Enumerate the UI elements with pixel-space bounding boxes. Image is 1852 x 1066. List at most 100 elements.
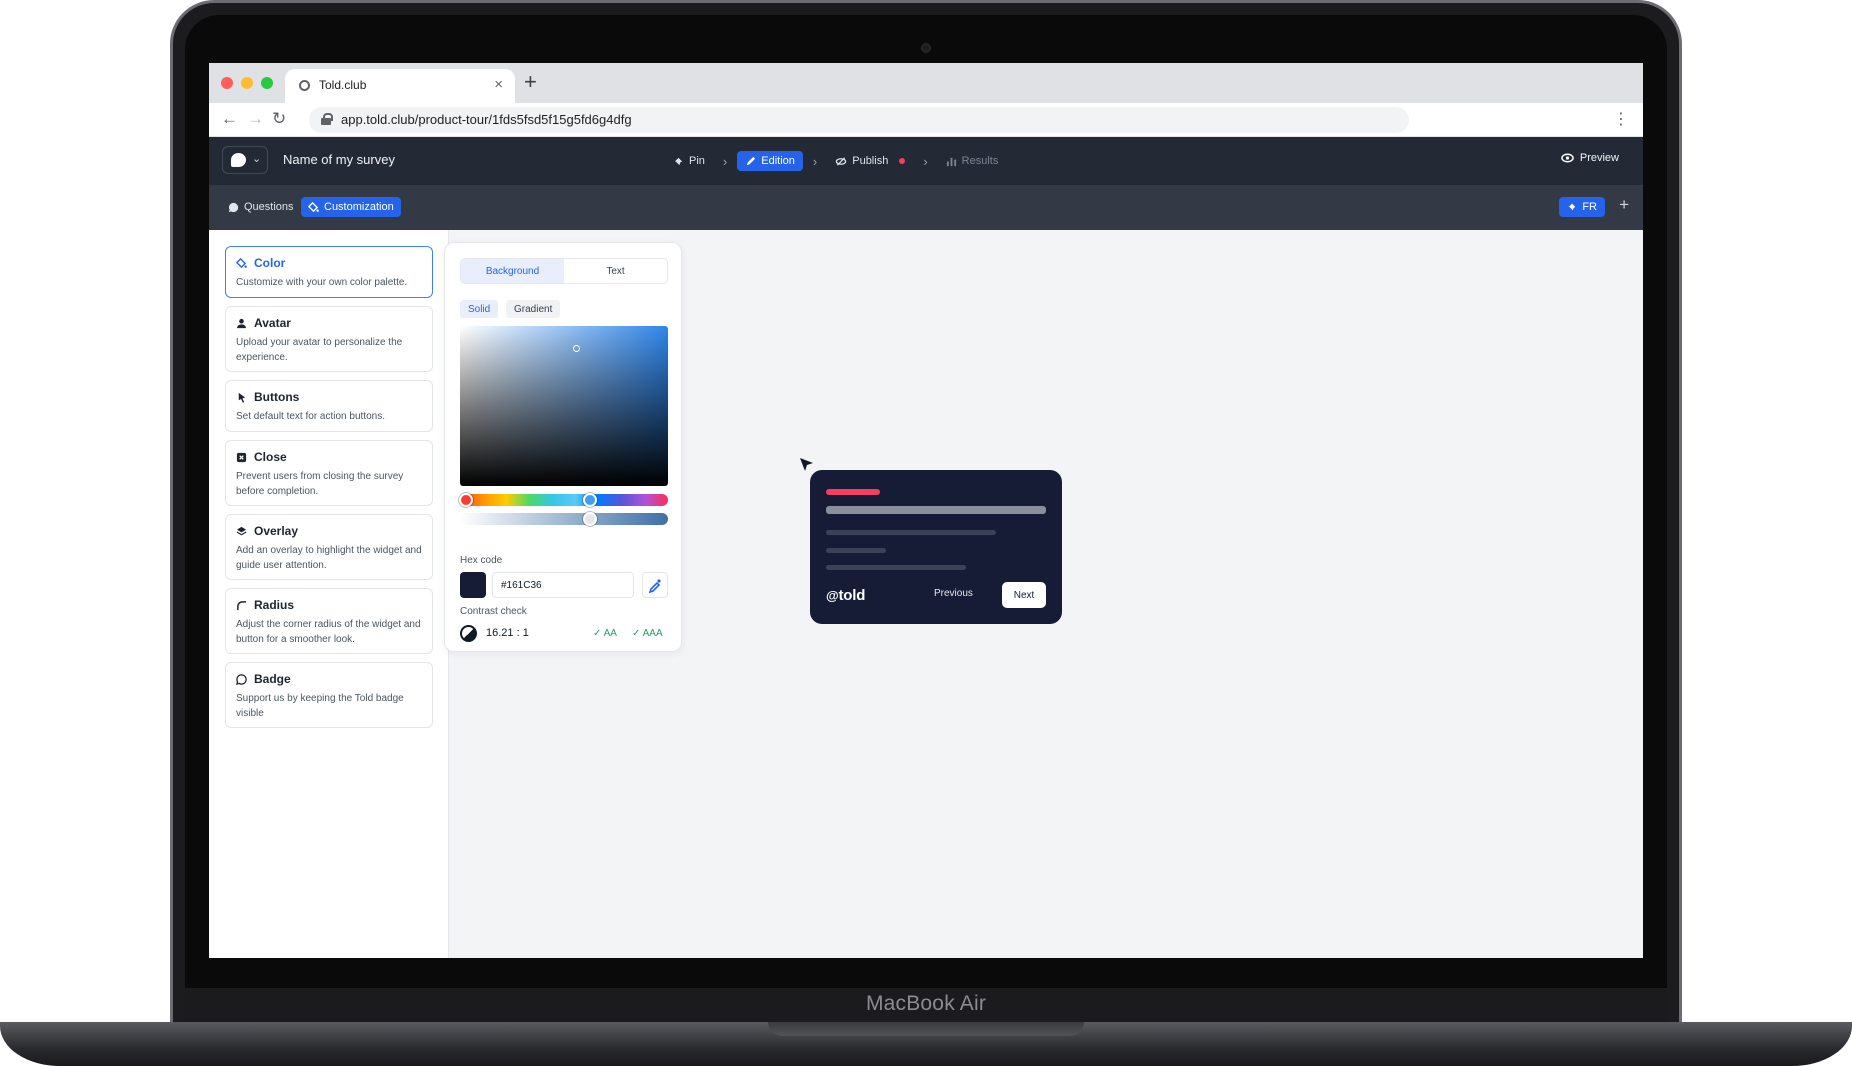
pencil-icon [747,156,756,165]
mode-solid-button[interactable]: Solid [460,300,499,318]
tab-background[interactable]: Background [461,259,564,283]
workspace-menu-button[interactable]: ⌄ [222,146,268,174]
address-bar[interactable]: app.told.club/product-tour/1fds5fsd5f15g… [309,107,1409,133]
preview-button[interactable]: Preview [1561,152,1619,164]
forward-icon[interactable]: → [247,109,264,129]
editor-content: Color Customize with your own color pale… [209,230,1643,958]
chevron-right-icon: › [722,153,728,169]
section-avatar[interactable]: Avatar Upload your avatar to personalize… [225,306,433,372]
check-aa: ✓ AA [593,628,617,639]
section-color[interactable]: Color Customize with your own color pale… [225,246,433,298]
close-tab-icon[interactable]: × [494,76,503,93]
section-avatar-header: Avatar [236,316,422,330]
previous-button[interactable]: Previous [934,588,973,599]
check-aaa-label: AAA [642,628,663,639]
line-placeholder [826,548,886,553]
section-description: Support us by keeping the Told badge vis… [236,693,404,719]
url-text: app.told.club/product-tour/1fds5fsd5f15g… [341,112,632,127]
saturation-handle[interactable] [573,345,580,352]
browser-toolbar: ← → ↻ app.told.club/product-tour/1fds5fs… [209,103,1643,137]
laptop-chin: MacBook Air [185,988,1667,1022]
customization-sidebar: Color Customize with your own color pale… [209,230,449,958]
survey-widget-preview: @told Previous Next [810,470,1062,624]
section-description: Adjust the corner radius of the widget a… [236,619,421,645]
section-radius[interactable]: Radius Adjust the corner radius of the w… [225,588,433,654]
language-button[interactable]: FR [1559,197,1605,217]
layers-icon [236,526,247,535]
section-close[interactable]: Close Prevent users from closing the sur… [225,440,433,506]
device-label: MacBook Air [865,992,987,1015]
maximize-window-button[interactable] [261,77,273,89]
check-icon: ✓ [632,628,641,639]
add-language-button[interactable]: + [1619,195,1629,215]
section-overlay-header: Overlay [236,524,422,538]
opacity-knob[interactable] [583,512,597,526]
section-title: Buttons [254,390,300,404]
chat-icon [228,202,239,212]
editor-subbar: Questions Customization FR + [209,185,1643,230]
survey-name[interactable]: Name of my survey [283,152,395,167]
saturation-value-area[interactable] [460,326,668,486]
step-publish[interactable]: Publish [827,151,913,171]
workflow-steps: Pin › Edition › Publish › Results [665,149,1006,173]
section-description: Prevent users from closing the survey be… [236,471,404,497]
step-edition[interactable]: Edition [737,151,803,171]
section-title: Close [254,450,287,464]
line-placeholder [826,530,996,535]
tab-title: Told.club [319,78,367,92]
language-label: FR [1582,201,1597,213]
paint-bucket-icon [308,201,319,212]
section-radius-header: Radius [236,598,422,612]
laptop-notch [768,1022,1084,1036]
browser-tab[interactable]: Told.club × [285,69,515,103]
app-header: ⌄ Name of my survey Pin › Edition › Publ… [209,137,1643,185]
close-window-button[interactable] [221,77,233,89]
mode-gradient-button[interactable]: Gradient [506,300,561,318]
section-badge[interactable]: Badge Support us by keeping the Told bad… [225,662,433,728]
step-pin[interactable]: Pin [665,151,713,171]
user-icon [236,318,247,328]
eyedropper-button[interactable] [642,572,668,598]
section-title: Avatar [254,316,291,330]
section-close-header: Close [236,450,422,464]
next-button[interactable]: Next [1002,582,1046,608]
tab-questions[interactable]: Questions [221,197,301,217]
step-pin-label: Pin [689,155,705,167]
browser-menu-icon[interactable]: ⋮ [1613,109,1629,129]
badge-bubble-icon [236,673,247,685]
minimize-window-button[interactable] [241,77,253,89]
preview-label: Preview [1579,152,1619,164]
question-placeholder [826,506,1046,514]
corner-icon [237,600,247,610]
line-placeholder [826,565,966,570]
bar-chart-icon [946,157,956,166]
told-brand: @told [826,587,865,604]
color-swatch[interactable] [460,572,486,598]
hue-slider[interactable] [459,493,668,507]
hex-input[interactable]: #161C36 [492,572,634,598]
close-square-icon [236,452,247,462]
hue-knob[interactable] [583,493,597,507]
paint-bucket-icon [236,257,247,268]
section-color-header: Color [236,256,422,270]
cursor-arrow-icon [800,458,813,471]
opacity-slider[interactable] [460,512,668,526]
brand-text: told [838,587,866,604]
contrast-label: Contrast check [460,606,527,617]
section-description: Add an overlay to highlight the widget a… [236,545,422,571]
section-buttons[interactable]: Buttons Set default text for action butt… [225,380,433,432]
step-results[interactable]: Results [938,151,1007,171]
chevron-right-icon: › [923,153,928,169]
tab-customization[interactable]: Customization [301,197,401,217]
section-overlay[interactable]: Overlay Add an overlay to highlight the … [225,514,433,580]
check-aa-label: AA [603,628,617,639]
reload-icon[interactable]: ↻ [272,109,286,129]
back-icon[interactable]: ← [221,109,238,129]
accent-bar [826,489,880,495]
color-picker-panel: Background Text Solid Gradient Hex code [444,242,682,652]
new-tab-button[interactable]: + [524,69,537,95]
hue-start-knob[interactable] [459,493,473,507]
check-aaa: ✓ AAA [632,628,663,639]
tab-text[interactable]: Text [564,259,667,283]
eye-off-icon [836,156,847,166]
